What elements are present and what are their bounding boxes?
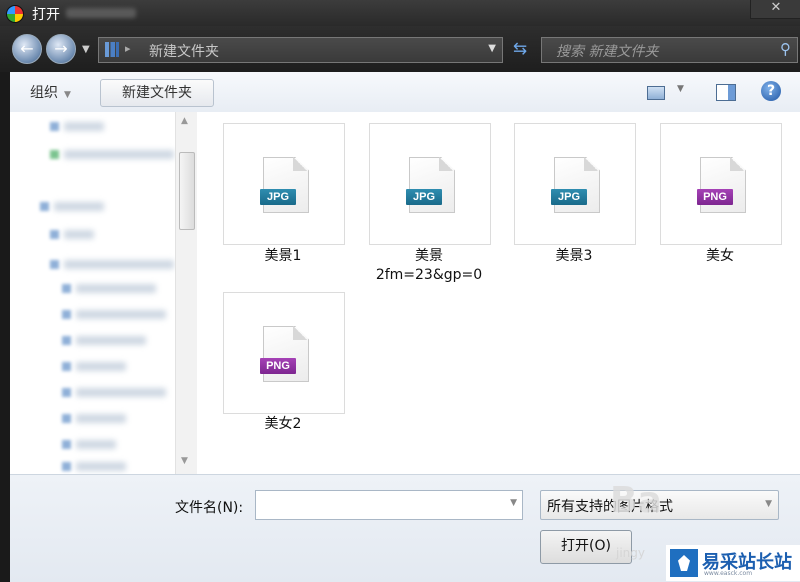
site-logo-icon — [670, 549, 698, 577]
folder-icon — [62, 310, 71, 319]
back-arrow-icon: ← — [20, 39, 34, 58]
library-icon — [105, 42, 119, 57]
address-bar[interactable]: ▸ 新建文件夹 ▼ — [98, 37, 503, 63]
folder-icon — [62, 336, 71, 345]
file-item-4[interactable]: PNG — [660, 123, 782, 245]
back-button[interactable]: ← — [12, 34, 42, 64]
close-button[interactable]: ✕ — [750, 0, 800, 19]
search-placeholder: 搜索 新建文件夹 — [556, 44, 659, 60]
nav-scrollbar[interactable]: ▲ ▼ — [175, 112, 197, 474]
nav-item[interactable] — [76, 462, 126, 471]
page-fold-icon — [293, 326, 307, 340]
refresh-icon: ⇆ — [512, 39, 528, 59]
app-icon — [6, 5, 24, 23]
nav-item[interactable] — [76, 414, 126, 423]
file-name[interactable]: 美女2 — [203, 415, 363, 433]
nav-item[interactable] — [76, 440, 116, 449]
organize-button[interactable]: 组织 ▼ — [30, 82, 71, 102]
file-item-1[interactable]: JPG — [223, 123, 345, 245]
page-fold-icon — [730, 157, 744, 171]
jpg-badge: JPG — [406, 189, 442, 205]
filename-label: 文件名(N): — [175, 500, 244, 516]
navigation-pane[interactable] — [10, 112, 175, 474]
file-name-line2[interactable]: 2fm=23&gp=0 — [349, 266, 509, 284]
folder-icon — [62, 388, 71, 397]
nav-item[interactable] — [64, 150, 174, 159]
view-icon[interactable] — [647, 86, 665, 100]
png-badge: PNG — [260, 358, 296, 374]
site-watermark: 易采站长站 www.easck.com — [666, 545, 800, 581]
filename-dropdown-icon[interactable]: ▼ — [510, 498, 517, 508]
folder-icon — [50, 150, 59, 159]
breadcrumb-folder[interactable]: 新建文件夹 — [149, 41, 219, 61]
refresh-button[interactable]: ⇆ — [505, 37, 535, 61]
new-folder-button[interactable]: 新建文件夹 — [100, 79, 214, 107]
folder-icon — [62, 440, 71, 449]
search-icon[interactable]: ⚲ — [780, 40, 791, 58]
address-dropdown-icon[interactable]: ▼ — [488, 43, 496, 54]
scroll-down-icon[interactable]: ▼ — [181, 456, 188, 466]
png-badge: PNG — [697, 189, 733, 205]
folder-icon — [62, 284, 71, 293]
file-name[interactable]: 美景1 — [203, 247, 363, 265]
file-name[interactable]: 美景 — [349, 247, 509, 265]
page-fold-icon — [584, 157, 598, 171]
page-fold-icon — [439, 157, 453, 171]
help-icon[interactable]: ? — [761, 81, 781, 101]
filename-input[interactable]: ▼ — [255, 490, 523, 520]
file-item-3[interactable]: JPG — [514, 123, 636, 245]
file-item-2[interactable]: JPG — [369, 123, 491, 245]
navigation-bar: ← → ▼ ▸ 新建文件夹 ▼ ⇆ 搜索 新建文件夹 ⚲ — [0, 26, 800, 72]
folder-icon — [50, 122, 59, 131]
nav-item[interactable] — [64, 122, 104, 131]
file-name[interactable]: 美景3 — [494, 247, 654, 265]
window-title: 打开 — [32, 7, 60, 23]
scroll-thumb[interactable] — [179, 152, 195, 230]
file-name[interactable]: 美女 — [640, 247, 800, 265]
folder-icon — [50, 230, 59, 239]
nav-item[interactable] — [76, 284, 156, 293]
nav-item[interactable] — [76, 310, 166, 319]
file-list[interactable]: JPG 美景1 JPG 美景 2fm=23&gp=0 JPG 美景3 PNG 美… — [197, 112, 800, 474]
folder-icon — [62, 362, 71, 371]
history-dropdown-icon[interactable]: ▼ — [82, 44, 90, 55]
title-bar: 打开 ✕ — [0, 0, 800, 26]
folder-icon — [62, 462, 71, 471]
nav-item[interactable] — [76, 388, 166, 397]
jpg-badge: JPG — [551, 189, 587, 205]
folder-icon — [62, 414, 71, 423]
folder-icon — [40, 202, 49, 211]
nav-item[interactable] — [76, 336, 146, 345]
scroll-up-icon[interactable]: ▲ — [181, 116, 188, 126]
forward-button[interactable]: → — [46, 34, 76, 64]
file-item-5[interactable]: PNG — [223, 292, 345, 414]
jpg-badge: JPG — [260, 189, 296, 205]
organize-label: 组织 — [30, 85, 58, 101]
search-input[interactable]: 搜索 新建文件夹 ⚲ — [541, 37, 798, 63]
nav-item[interactable] — [64, 260, 174, 269]
folder-icon — [50, 260, 59, 269]
site-watermark-url: www.easck.com — [704, 570, 753, 577]
breadcrumb-arrow-icon[interactable]: ▸ — [125, 42, 131, 55]
blurred-title-area — [66, 8, 136, 18]
nav-item[interactable] — [76, 362, 126, 371]
toolbar: 组织 ▼ 新建文件夹 ▼ ? — [10, 72, 800, 113]
forward-arrow-icon: → — [54, 39, 68, 58]
preview-pane-icon[interactable] — [716, 84, 736, 101]
nav-item[interactable] — [54, 202, 104, 211]
view-dropdown-icon[interactable]: ▼ — [677, 84, 684, 94]
baidu-watermark-sub: jingy — [616, 546, 645, 560]
chevron-down-icon: ▼ — [765, 499, 772, 509]
nav-item[interactable] — [64, 230, 94, 239]
page-fold-icon — [293, 157, 307, 171]
chevron-down-icon: ▼ — [64, 90, 71, 100]
